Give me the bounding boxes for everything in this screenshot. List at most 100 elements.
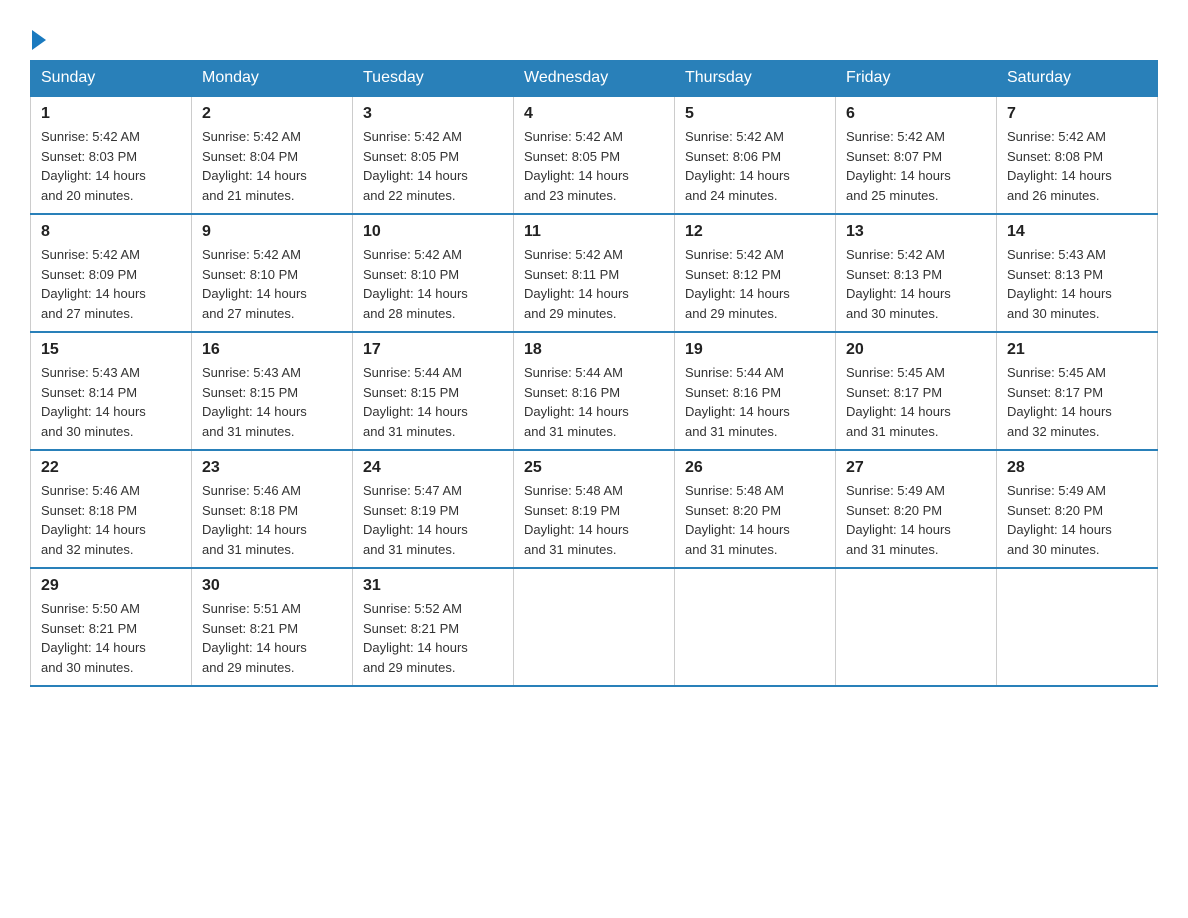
day-number: 30	[202, 577, 342, 595]
calendar-week-row: 22 Sunrise: 5:46 AMSunset: 8:18 PMDaylig…	[31, 450, 1158, 568]
calendar-cell: 30 Sunrise: 5:51 AMSunset: 8:21 PMDaylig…	[192, 568, 353, 686]
calendar-cell: 6 Sunrise: 5:42 AMSunset: 8:07 PMDayligh…	[836, 96, 997, 214]
calendar-cell: 4 Sunrise: 5:42 AMSunset: 8:05 PMDayligh…	[514, 96, 675, 214]
day-number: 6	[846, 105, 986, 123]
calendar-header-sunday: Sunday	[31, 61, 192, 97]
calendar-cell: 5 Sunrise: 5:42 AMSunset: 8:06 PMDayligh…	[675, 96, 836, 214]
day-info: Sunrise: 5:42 AMSunset: 8:09 PMDaylight:…	[41, 247, 146, 321]
day-info: Sunrise: 5:42 AMSunset: 8:04 PMDaylight:…	[202, 129, 307, 203]
calendar-cell: 22 Sunrise: 5:46 AMSunset: 8:18 PMDaylig…	[31, 450, 192, 568]
calendar-cell: 20 Sunrise: 5:45 AMSunset: 8:17 PMDaylig…	[836, 332, 997, 450]
day-info: Sunrise: 5:43 AMSunset: 8:13 PMDaylight:…	[1007, 247, 1112, 321]
day-number: 20	[846, 341, 986, 359]
day-number: 28	[1007, 459, 1147, 477]
day-info: Sunrise: 5:46 AMSunset: 8:18 PMDaylight:…	[41, 483, 146, 557]
calendar-week-row: 15 Sunrise: 5:43 AMSunset: 8:14 PMDaylig…	[31, 332, 1158, 450]
day-number: 17	[363, 341, 503, 359]
calendar-cell: 16 Sunrise: 5:43 AMSunset: 8:15 PMDaylig…	[192, 332, 353, 450]
calendar-cell: 29 Sunrise: 5:50 AMSunset: 8:21 PMDaylig…	[31, 568, 192, 686]
calendar-cell: 7 Sunrise: 5:42 AMSunset: 8:08 PMDayligh…	[997, 96, 1158, 214]
day-info: Sunrise: 5:42 AMSunset: 8:06 PMDaylight:…	[685, 129, 790, 203]
day-number: 18	[524, 341, 664, 359]
calendar-cell: 11 Sunrise: 5:42 AMSunset: 8:11 PMDaylig…	[514, 214, 675, 332]
calendar-cell: 3 Sunrise: 5:42 AMSunset: 8:05 PMDayligh…	[353, 96, 514, 214]
calendar-cell: 10 Sunrise: 5:42 AMSunset: 8:10 PMDaylig…	[353, 214, 514, 332]
day-number: 9	[202, 223, 342, 241]
day-info: Sunrise: 5:50 AMSunset: 8:21 PMDaylight:…	[41, 601, 146, 675]
day-number: 13	[846, 223, 986, 241]
day-info: Sunrise: 5:48 AMSunset: 8:20 PMDaylight:…	[685, 483, 790, 557]
calendar-header-wednesday: Wednesday	[514, 61, 675, 97]
day-info: Sunrise: 5:42 AMSunset: 8:11 PMDaylight:…	[524, 247, 629, 321]
logo-arrow-icon	[32, 30, 46, 50]
day-number: 8	[41, 223, 181, 241]
day-number: 15	[41, 341, 181, 359]
calendar-cell: 8 Sunrise: 5:42 AMSunset: 8:09 PMDayligh…	[31, 214, 192, 332]
day-info: Sunrise: 5:42 AMSunset: 8:07 PMDaylight:…	[846, 129, 951, 203]
day-info: Sunrise: 5:46 AMSunset: 8:18 PMDaylight:…	[202, 483, 307, 557]
day-number: 23	[202, 459, 342, 477]
calendar-week-row: 29 Sunrise: 5:50 AMSunset: 8:21 PMDaylig…	[31, 568, 1158, 686]
calendar-cell: 31 Sunrise: 5:52 AMSunset: 8:21 PMDaylig…	[353, 568, 514, 686]
day-number: 21	[1007, 341, 1147, 359]
calendar-cell: 24 Sunrise: 5:47 AMSunset: 8:19 PMDaylig…	[353, 450, 514, 568]
calendar-cell: 19 Sunrise: 5:44 AMSunset: 8:16 PMDaylig…	[675, 332, 836, 450]
day-info: Sunrise: 5:42 AMSunset: 8:05 PMDaylight:…	[363, 129, 468, 203]
day-info: Sunrise: 5:44 AMSunset: 8:16 PMDaylight:…	[524, 365, 629, 439]
calendar-header-monday: Monday	[192, 61, 353, 97]
calendar-cell: 15 Sunrise: 5:43 AMSunset: 8:14 PMDaylig…	[31, 332, 192, 450]
day-info: Sunrise: 5:48 AMSunset: 8:19 PMDaylight:…	[524, 483, 629, 557]
day-info: Sunrise: 5:42 AMSunset: 8:08 PMDaylight:…	[1007, 129, 1112, 203]
calendar-cell: 25 Sunrise: 5:48 AMSunset: 8:19 PMDaylig…	[514, 450, 675, 568]
day-number: 16	[202, 341, 342, 359]
day-info: Sunrise: 5:49 AMSunset: 8:20 PMDaylight:…	[1007, 483, 1112, 557]
day-number: 26	[685, 459, 825, 477]
day-number: 31	[363, 577, 503, 595]
day-info: Sunrise: 5:42 AMSunset: 8:10 PMDaylight:…	[202, 247, 307, 321]
calendar-header-thursday: Thursday	[675, 61, 836, 97]
calendar-cell: 14 Sunrise: 5:43 AMSunset: 8:13 PMDaylig…	[997, 214, 1158, 332]
day-number: 5	[685, 105, 825, 123]
day-number: 2	[202, 105, 342, 123]
day-number: 14	[1007, 223, 1147, 241]
calendar-cell: 13 Sunrise: 5:42 AMSunset: 8:13 PMDaylig…	[836, 214, 997, 332]
calendar-cell: 12 Sunrise: 5:42 AMSunset: 8:12 PMDaylig…	[675, 214, 836, 332]
calendar-cell: 28 Sunrise: 5:49 AMSunset: 8:20 PMDaylig…	[997, 450, 1158, 568]
day-info: Sunrise: 5:45 AMSunset: 8:17 PMDaylight:…	[846, 365, 951, 439]
calendar-cell	[675, 568, 836, 686]
day-number: 3	[363, 105, 503, 123]
day-number: 27	[846, 459, 986, 477]
day-info: Sunrise: 5:42 AMSunset: 8:05 PMDaylight:…	[524, 129, 629, 203]
calendar-cell: 17 Sunrise: 5:44 AMSunset: 8:15 PMDaylig…	[353, 332, 514, 450]
calendar-header-tuesday: Tuesday	[353, 61, 514, 97]
calendar-header-saturday: Saturday	[997, 61, 1158, 97]
day-info: Sunrise: 5:44 AMSunset: 8:16 PMDaylight:…	[685, 365, 790, 439]
calendar-cell: 27 Sunrise: 5:49 AMSunset: 8:20 PMDaylig…	[836, 450, 997, 568]
calendar-header-row: SundayMondayTuesdayWednesdayThursdayFrid…	[31, 61, 1158, 97]
day-number: 1	[41, 105, 181, 123]
day-number: 4	[524, 105, 664, 123]
day-info: Sunrise: 5:42 AMSunset: 8:12 PMDaylight:…	[685, 247, 790, 321]
calendar-table: SundayMondayTuesdayWednesdayThursdayFrid…	[30, 60, 1158, 687]
logo	[30, 20, 46, 50]
day-info: Sunrise: 5:49 AMSunset: 8:20 PMDaylight:…	[846, 483, 951, 557]
calendar-week-row: 8 Sunrise: 5:42 AMSunset: 8:09 PMDayligh…	[31, 214, 1158, 332]
calendar-cell: 9 Sunrise: 5:42 AMSunset: 8:10 PMDayligh…	[192, 214, 353, 332]
calendar-cell: 1 Sunrise: 5:42 AMSunset: 8:03 PMDayligh…	[31, 96, 192, 214]
calendar-header-friday: Friday	[836, 61, 997, 97]
calendar-cell: 23 Sunrise: 5:46 AMSunset: 8:18 PMDaylig…	[192, 450, 353, 568]
day-number: 12	[685, 223, 825, 241]
day-info: Sunrise: 5:52 AMSunset: 8:21 PMDaylight:…	[363, 601, 468, 675]
day-info: Sunrise: 5:45 AMSunset: 8:17 PMDaylight:…	[1007, 365, 1112, 439]
calendar-week-row: 1 Sunrise: 5:42 AMSunset: 8:03 PMDayligh…	[31, 96, 1158, 214]
day-info: Sunrise: 5:51 AMSunset: 8:21 PMDaylight:…	[202, 601, 307, 675]
day-info: Sunrise: 5:43 AMSunset: 8:14 PMDaylight:…	[41, 365, 146, 439]
day-number: 24	[363, 459, 503, 477]
day-number: 29	[41, 577, 181, 595]
calendar-cell: 18 Sunrise: 5:44 AMSunset: 8:16 PMDaylig…	[514, 332, 675, 450]
calendar-cell: 21 Sunrise: 5:45 AMSunset: 8:17 PMDaylig…	[997, 332, 1158, 450]
day-info: Sunrise: 5:44 AMSunset: 8:15 PMDaylight:…	[363, 365, 468, 439]
calendar-cell: 2 Sunrise: 5:42 AMSunset: 8:04 PMDayligh…	[192, 96, 353, 214]
day-number: 25	[524, 459, 664, 477]
day-info: Sunrise: 5:47 AMSunset: 8:19 PMDaylight:…	[363, 483, 468, 557]
